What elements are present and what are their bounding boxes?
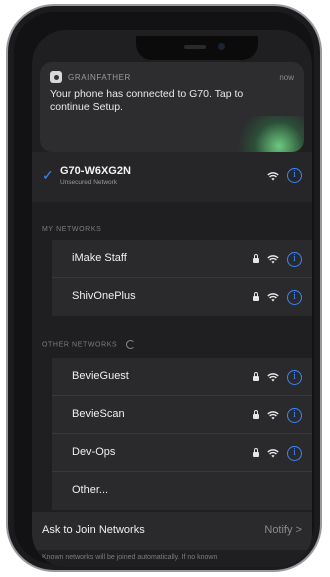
notification-banner[interactable]: GRAINFATHER now Your phone has connected… — [40, 62, 304, 152]
ask-to-join-row[interactable]: Ask to Join Networks Notify > — [32, 512, 312, 550]
wifi-icon — [267, 449, 279, 458]
ask-to-join-footnote: Known networks will be joined automatica… — [42, 554, 218, 561]
notification-body: Your phone has connected to G70. Tap to … — [50, 88, 244, 113]
my-networks-header: MY NETWORKS — [42, 226, 102, 233]
ask-to-join-label: Ask to Join Networks — [42, 524, 145, 536]
notification-time: now — [279, 72, 294, 82]
lock-icon — [253, 253, 259, 263]
network-icons: i — [253, 250, 302, 268]
lock-icon — [253, 409, 259, 419]
network-name: Dev-Ops — [72, 446, 116, 458]
loading-spinner-icon — [125, 340, 135, 349]
current-network-icons: i — [267, 168, 302, 183]
network-row-other[interactable]: Other... — [52, 472, 312, 510]
other-networks-header: OTHER NETWORKS — [42, 341, 118, 349]
network-row-bevieguest[interactable]: BevieGuest i — [52, 358, 312, 396]
network-name: BevieScan — [72, 408, 125, 420]
phone-frame: GRAINFATHER now Your phone has connected… — [6, 4, 322, 572]
grainfather-app-icon — [50, 71, 62, 83]
other-networks-header-row: OTHER NETWORKS — [42, 340, 135, 349]
speaker — [184, 45, 206, 49]
chevron-right-icon: > — [295, 524, 302, 536]
wifi-icon — [267, 411, 279, 420]
other-network-label: Other... — [72, 484, 109, 496]
my-networks-list: iMake Staff i ShivOnePlus i — [52, 240, 312, 316]
notification-header: GRAINFATHER now — [50, 70, 294, 84]
network-row-imake-staff[interactable]: iMake Staff i — [52, 240, 312, 278]
lock-icon — [253, 371, 259, 381]
network-icons: i — [253, 406, 302, 424]
info-icon[interactable]: i — [287, 168, 302, 183]
current-network-ssid: G70-W6XG2N — [60, 165, 131, 177]
info-icon[interactable]: i — [287, 445, 302, 461]
notification-app-name: GRAINFATHER — [68, 72, 131, 82]
front-camera — [218, 43, 225, 50]
ask-to-join-value: Notify > — [264, 524, 302, 536]
wifi-icon — [267, 373, 279, 382]
lock-icon — [253, 291, 259, 301]
wifi-icon — [267, 255, 279, 264]
network-name: iMake Staff — [72, 252, 127, 264]
info-icon[interactable]: i — [287, 289, 302, 305]
current-network-row[interactable]: ✓ G70-W6XG2N Unsecured Network i — [32, 152, 312, 202]
other-networks-list: BevieGuest i BevieScan i Dev-Ops i Other… — [52, 358, 312, 510]
info-icon[interactable]: i — [287, 369, 302, 385]
network-row-beviescan[interactable]: BevieScan i — [52, 396, 312, 434]
notch — [136, 36, 258, 60]
notification-glow — [234, 116, 304, 152]
screen: GRAINFATHER now Your phone has connected… — [32, 30, 312, 567]
wifi-icon — [267, 171, 279, 180]
info-icon[interactable]: i — [287, 251, 302, 267]
info-icon[interactable]: i — [287, 407, 302, 423]
checkmark-icon: ✓ — [42, 167, 54, 183]
current-network-subtitle: Unsecured Network — [60, 179, 118, 186]
ask-to-join-setting: Notify — [264, 524, 293, 536]
network-icons: i — [253, 444, 302, 462]
network-row-shivoneplus[interactable]: ShivOnePlus i — [52, 278, 312, 316]
lock-icon — [253, 447, 259, 457]
network-row-dev-ops[interactable]: Dev-Ops i — [52, 434, 312, 472]
network-icons: i — [253, 288, 302, 306]
network-name: ShivOnePlus — [72, 290, 136, 302]
network-icons: i — [253, 368, 302, 386]
network-name: BevieGuest — [72, 370, 129, 382]
wifi-icon — [267, 293, 279, 302]
